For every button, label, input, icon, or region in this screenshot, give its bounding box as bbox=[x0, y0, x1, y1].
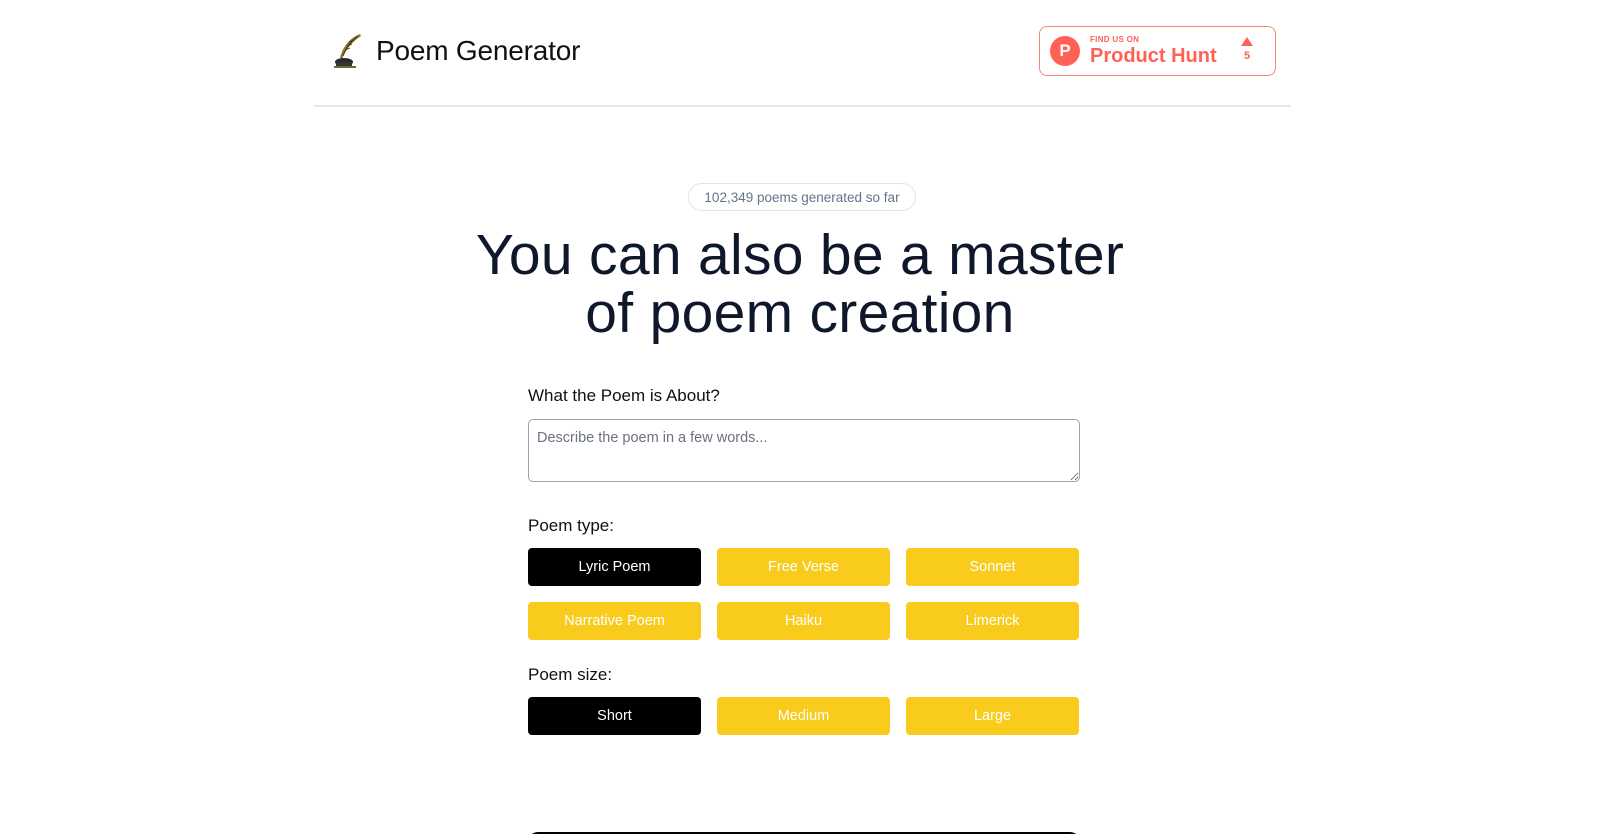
headline-line-1: You can also be a master bbox=[475, 223, 1125, 287]
poem-description-input[interactable] bbox=[528, 419, 1080, 482]
product-hunt-small-text: FIND US ON bbox=[1090, 35, 1140, 44]
poem-size-options: Short Medium Large bbox=[528, 697, 1080, 735]
poem-type-lyric-button[interactable]: Lyric Poem bbox=[528, 548, 701, 586]
quill-ink-icon bbox=[334, 34, 361, 68]
poem-type-label: Poem type: bbox=[528, 516, 614, 535]
poem-type-haiku-button[interactable]: Haiku bbox=[717, 602, 890, 640]
poem-type-free-verse-button[interactable]: Free Verse bbox=[717, 548, 890, 586]
poem-type-narrative-button[interactable]: Narrative Poem bbox=[528, 602, 701, 640]
brand-name: Poem Generator bbox=[376, 35, 581, 66]
page-headline: You can also be a master of poem creatio… bbox=[400, 226, 1200, 342]
poem-size-label: Poem size: bbox=[528, 665, 613, 684]
poem-type-limerick-button[interactable]: Limerick bbox=[906, 602, 1079, 640]
product-hunt-votes: 5 bbox=[1241, 37, 1253, 62]
poem-form: What the Poem is About? Poem type: Lyric… bbox=[528, 385, 1080, 735]
home-link[interactable]: Poem Generator bbox=[330, 32, 580, 70]
about-label: What the Poem is About? bbox=[528, 386, 720, 405]
upvote-arrow-icon bbox=[1241, 37, 1253, 46]
poems-counter-badge: 102,349 poems generated so far bbox=[688, 183, 916, 211]
poem-size-medium-button[interactable]: Medium bbox=[717, 697, 890, 735]
vote-count: 5 bbox=[1243, 50, 1251, 62]
product-hunt-logo-icon: P bbox=[1050, 36, 1080, 66]
product-hunt-text: FIND US ON Product Hunt bbox=[1090, 35, 1217, 67]
page: Poem Generator P FIND US ON Product Hunt… bbox=[0, 0, 1600, 834]
poem-size-large-button[interactable]: Large bbox=[906, 697, 1079, 735]
product-hunt-badge[interactable]: P FIND US ON Product Hunt 5 bbox=[1039, 26, 1276, 76]
headline-line-2: of poem creation bbox=[585, 281, 1015, 345]
product-hunt-big-text: Product Hunt bbox=[1090, 45, 1217, 67]
poem-type-sonnet-button[interactable]: Sonnet bbox=[906, 548, 1079, 586]
poem-type-options: Lyric Poem Free Verse Sonnet Narrative P… bbox=[528, 548, 1080, 640]
site-header: Poem Generator P FIND US ON Product Hunt… bbox=[314, 0, 1291, 107]
poem-size-short-button[interactable]: Short bbox=[528, 697, 701, 735]
